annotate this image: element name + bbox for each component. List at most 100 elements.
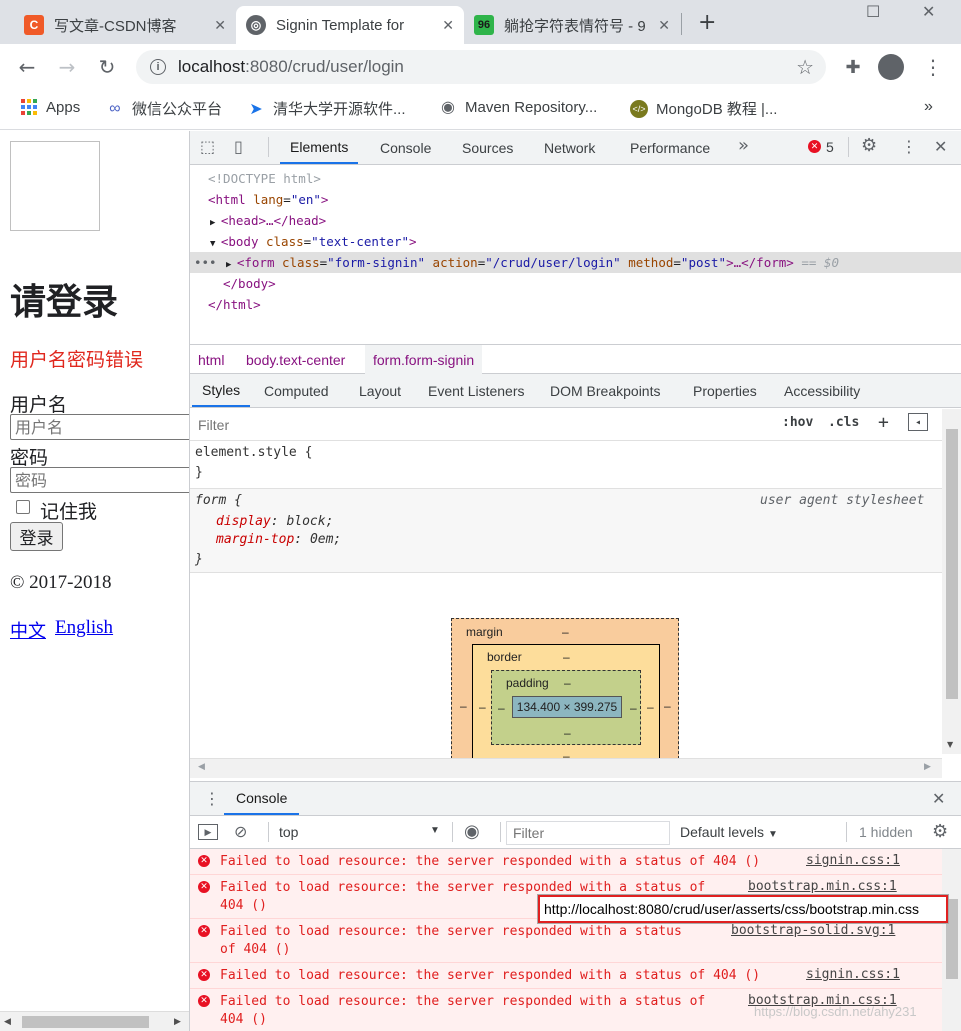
console-filter-input[interactable] xyxy=(506,821,670,845)
box-model-border: border – – – – padding – – – – 134.400 ×… xyxy=(472,644,660,758)
page-horizontal-scrollbar[interactable]: ◀ ▶ xyxy=(0,1011,189,1031)
close-devtools-icon[interactable]: ✕ xyxy=(934,137,947,156)
forward-arrow-icon[interactable]: → xyxy=(52,52,82,82)
styles-vertical-scrollbar[interactable]: ▼ xyxy=(942,409,961,754)
error-count-icon[interactable]: ✕ xyxy=(808,140,821,153)
browser-tab-emoji[interactable]: 96 躺抢字符表情符号 - 9 ✕ xyxy=(464,6,680,44)
dom-doctype: <!DOCTYPE html> xyxy=(208,171,321,186)
settings-gear-icon[interactable]: ⚙ xyxy=(861,135,877,156)
breadcrumb-form[interactable]: form.form-signin xyxy=(365,345,483,374)
form-style-rule[interactable]: form { user agent stylesheet display: bl… xyxy=(190,489,942,573)
console-sidebar-icon[interactable]: ▶ xyxy=(198,824,218,840)
inspect-element-icon[interactable]: ⬚ xyxy=(200,137,215,156)
console-vertical-scrollbar[interactable] xyxy=(942,849,961,1031)
log-levels-dropdown[interactable]: Default levels ▼ xyxy=(680,824,778,840)
login-button[interactable]: 登录 xyxy=(10,522,63,551)
more-tabs-icon[interactable]: » xyxy=(738,135,749,156)
tab-console[interactable]: Console xyxy=(380,131,431,164)
error-count[interactable]: 5 xyxy=(826,139,834,155)
css-property: margin-top: 0em; xyxy=(216,532,342,547)
styles-horizontal-scrollbar[interactable]: ◀ ▶ xyxy=(190,758,942,778)
address-bar[interactable]: i localhost:8080/crud/user/login ☆ xyxy=(136,50,826,84)
error-source-link[interactable]: bootstrap-solid.svg:1 xyxy=(731,923,895,938)
extensions-puzzle-icon[interactable]: ✚ xyxy=(838,52,868,82)
tab-elements[interactable]: Elements xyxy=(280,131,359,164)
bookmark-wechat[interactable]: ∞ 微信公众平台 xyxy=(106,98,222,119)
tab-sources[interactable]: Sources xyxy=(462,131,513,164)
dom-body-node[interactable]: ▼ <body class="text-center"> xyxy=(210,234,417,249)
bookmark-tsinghua[interactable]: ➤ 清华大学开源软件... xyxy=(247,98,405,119)
cls-toggle[interactable]: .cls xyxy=(828,415,859,430)
chevron-down-icon[interactable]: ▼ xyxy=(430,825,440,836)
kebab-menu-icon[interactable]: ⋮ xyxy=(918,52,948,82)
apps-grid-icon xyxy=(20,98,38,116)
wechat-link-icon: ∞ xyxy=(109,99,121,117)
tab-styles[interactable]: Styles xyxy=(192,374,251,407)
toggle-sidebar-icon[interactable]: ◂ xyxy=(908,413,928,431)
hov-toggle[interactable]: :hov xyxy=(782,415,813,430)
tab-accessibility[interactable]: Accessibility xyxy=(782,374,862,407)
drawer-tab-console[interactable]: Console xyxy=(224,782,300,815)
tab-event-listeners[interactable]: Event Listeners xyxy=(426,374,527,407)
breadcrumb: html body.text-center form.form-signin xyxy=(190,344,961,374)
error-message: 用户名密码错误 xyxy=(10,349,144,371)
back-arrow-icon[interactable]: ← xyxy=(12,52,42,82)
tab-properties[interactable]: Properties xyxy=(691,374,759,407)
close-icon[interactable]: ✕ xyxy=(442,17,454,34)
error-source-link[interactable]: bootstrap.min.css:1 xyxy=(748,879,897,894)
lang-link-en[interactable]: English xyxy=(55,617,113,639)
bookmarks-overflow-icon[interactable]: » xyxy=(924,98,933,116)
drawer-menu-icon[interactable]: ⋮ xyxy=(204,789,220,808)
dom-head-node[interactable]: ▶ <head>…</head> xyxy=(210,213,326,228)
dom-form-node[interactable]: ▶ <form class="form-signin" action="/cru… xyxy=(226,255,839,270)
breadcrumb-body[interactable]: body.text-center xyxy=(238,345,353,374)
profile-avatar-icon[interactable] xyxy=(876,52,906,82)
bookmark-apps[interactable]: Apps xyxy=(20,98,80,116)
close-drawer-icon[interactable]: ✕ xyxy=(932,789,945,808)
tab-computed[interactable]: Computed xyxy=(262,374,331,407)
box-model-margin-label: margin xyxy=(466,625,503,639)
tab-performance[interactable]: Performance xyxy=(630,131,710,164)
dom-html-close[interactable]: </html> xyxy=(208,297,261,312)
password-input[interactable] xyxy=(10,467,189,493)
url-host: localhost xyxy=(178,57,246,76)
browser-tab-signin[interactable]: ◎ Signin Template for ✕ xyxy=(236,6,464,44)
element-style-rule[interactable]: element.style { } xyxy=(190,441,942,489)
username-input[interactable] xyxy=(10,414,189,440)
element-style-close: } xyxy=(195,465,203,480)
error-source-link[interactable]: signin.css:1 xyxy=(806,967,900,982)
console-settings-gear-icon[interactable]: ⚙ xyxy=(932,821,948,842)
watermark: https://blog.csdn.net/ahy231 xyxy=(754,1004,917,1019)
close-window-icon[interactable]: ✕ xyxy=(922,2,935,21)
csdn-favicon-icon: C xyxy=(24,15,44,35)
dom-row-ellipsis-icon[interactable]: ••• xyxy=(194,255,217,270)
close-icon[interactable]: ✕ xyxy=(658,17,670,34)
new-tab-button[interactable]: + xyxy=(698,10,716,35)
reload-icon[interactable]: ↻ xyxy=(92,52,122,82)
tab-dom-breakpoints[interactable]: DOM Breakpoints xyxy=(548,374,662,407)
bookmark-maven[interactable]: ◉ Maven Repository... xyxy=(439,98,597,117)
device-toolbar-icon[interactable]: ▯ xyxy=(234,137,243,156)
info-icon[interactable]: i xyxy=(150,59,166,75)
remember-me-checkbox[interactable] xyxy=(16,500,30,514)
bookmark-star-icon[interactable]: ☆ xyxy=(796,55,814,80)
error-source-link[interactable]: signin.css:1 xyxy=(806,853,900,868)
clear-console-icon[interactable]: ⊘ xyxy=(234,822,247,842)
new-style-rule-icon[interactable]: + xyxy=(878,412,889,433)
maximize-icon[interactable]: ☐ xyxy=(866,2,880,21)
breadcrumb-html[interactable]: html xyxy=(190,345,232,374)
devtools-menu-icon[interactable]: ⋮ xyxy=(901,137,917,156)
browser-tab-csdn[interactable]: C 写文章-CSDN博客 ✕ xyxy=(14,6,236,44)
dom-body-close[interactable]: </body> xyxy=(223,276,276,291)
bookmark-mongodb[interactable]: </> MongoDB 教程 |... xyxy=(630,98,777,119)
styles-filter-input[interactable] xyxy=(194,413,772,437)
lang-link-zh[interactable]: 中文 xyxy=(10,617,46,643)
box-model-padding-label: padding xyxy=(506,676,549,690)
live-expression-eye-icon[interactable]: ◉ xyxy=(464,821,480,842)
tab-network[interactable]: Network xyxy=(544,131,595,164)
dom-html-node[interactable]: <html lang="en"> xyxy=(208,192,328,207)
box-model-border-label: border xyxy=(487,650,522,664)
context-select[interactable]: top xyxy=(279,824,298,840)
close-icon[interactable]: ✕ xyxy=(214,17,226,34)
tab-layout[interactable]: Layout xyxy=(357,374,403,407)
